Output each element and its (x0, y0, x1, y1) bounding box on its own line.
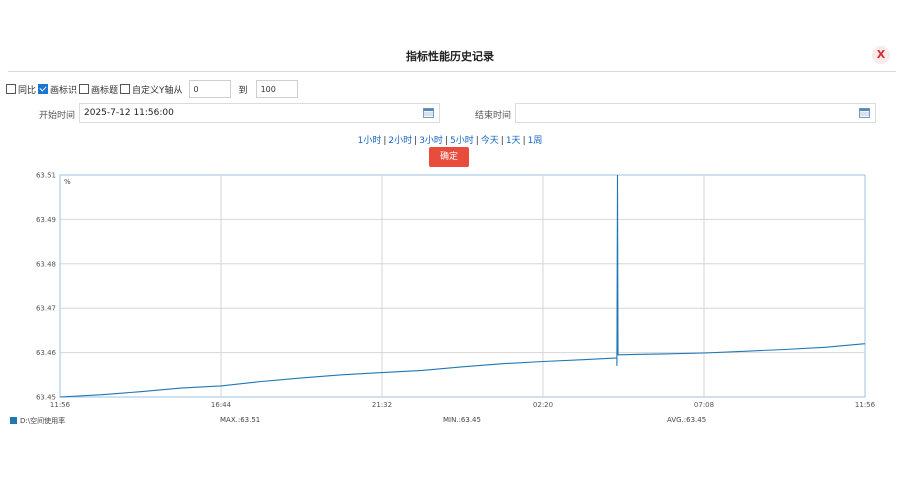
range-5h-link[interactable]: 5小时 (450, 136, 474, 146)
y-tick-label: 63.46 (36, 349, 57, 357)
range-today-link[interactable]: 今天 (481, 136, 499, 146)
y-tick-label: 63.49 (36, 216, 56, 224)
draw-title-option[interactable]: 画标题 (79, 83, 118, 96)
legend-series-name: D:\空间使用率 (20, 417, 66, 425)
draw-marks-checkbox[interactable] (38, 84, 49, 94)
calendar-icon[interactable] (859, 108, 870, 118)
custom-y-checkbox[interactable] (120, 84, 131, 94)
options-bar: 同比 画标识 画标题 自定义Y轴从 0 到 100 (6, 79, 302, 99)
draw-marks-option[interactable]: 画标识 (38, 83, 77, 96)
range-3h-link[interactable]: 3小时 (419, 136, 443, 146)
chart-legend: D:\空间使用率 MAX.:63.51 MIN.:63.45 AVG.:63.4… (0, 413, 900, 427)
start-time-input[interactable]: 2025-7-12 11:56:00 (79, 103, 440, 123)
draw-title-label: 画标题 (91, 85, 119, 96)
range-2h-link[interactable]: 2小时 (388, 136, 412, 146)
legend-max: MAX.:63.51 (220, 416, 261, 424)
x-tick-label: 11:56 (855, 401, 876, 409)
y-tick-label: 63.51 (36, 172, 56, 180)
yoy-checkbox[interactable] (6, 84, 16, 94)
yoy-label: 同比 (18, 85, 37, 96)
range-1h-link[interactable]: 1小时 (358, 136, 382, 146)
draw-title-checkbox[interactable] (79, 84, 90, 94)
custom-y-option[interactable]: 自定义Y轴从 (120, 83, 183, 96)
y-tick-label: 63.47 (36, 305, 56, 313)
draw-marks-label: 画标识 (50, 85, 78, 96)
x-tick-label: 02:20 (533, 401, 553, 409)
y-from-input[interactable]: 0 (188, 80, 231, 98)
x-tick-label: 16:44 (211, 401, 232, 409)
plot-area (59, 174, 866, 398)
dialog-title: 指标性能历史记录 (406, 50, 494, 63)
unit-label: % (64, 178, 71, 186)
legend-avg: AVG.:63.45 (667, 416, 707, 424)
x-tick-label: 07:08 (694, 401, 714, 409)
yoy-option[interactable]: 同比 (6, 83, 36, 96)
custom-y-label: 自定义Y轴从 (132, 85, 183, 96)
range-1w-link[interactable]: 1周 (528, 136, 543, 146)
legend-min: MIN.:63.45 (443, 416, 481, 424)
range-1d-link[interactable]: 1天 (506, 136, 521, 146)
quick-range-links: 1小时 | 2小时 | 3小时 | 5小时 | 今天 | 1天 | 1周 (357, 136, 543, 146)
x-tick-label: 11:56 (50, 401, 71, 409)
x-tick-label: 21:32 (372, 401, 392, 409)
close-button[interactable]: X (872, 46, 890, 64)
to-label: 到 (238, 85, 248, 96)
confirm-button[interactable]: 确定 (429, 147, 469, 167)
legend-swatch (10, 417, 17, 424)
title-divider (8, 71, 896, 72)
start-time-value: 2025-7-12 11:56:00 (84, 108, 174, 118)
start-time-label: 开始时间 (39, 111, 76, 121)
end-time-input[interactable] (515, 103, 876, 123)
calendar-icon[interactable] (423, 108, 434, 118)
history-line-chart: 63.4563.4663.4763.4863.4963.5111:56 16:44… (36, 172, 876, 410)
y-to-input[interactable]: 100 (255, 80, 298, 98)
y-tick-label: 63.48 (36, 260, 56, 268)
end-time-label: 结束时间 (475, 111, 512, 121)
